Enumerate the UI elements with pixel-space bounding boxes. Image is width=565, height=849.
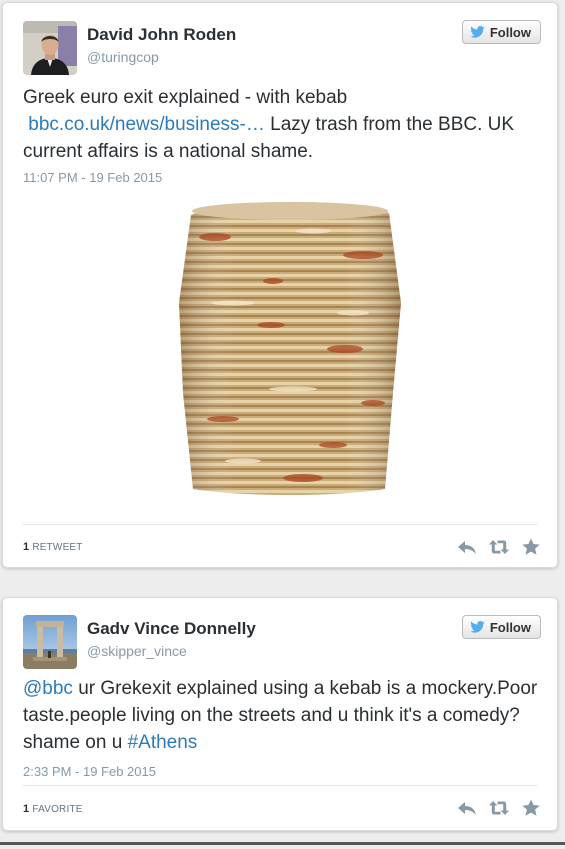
tweet-hashtag[interactable]: #Athens: [128, 732, 198, 753]
tweet-card: Gadv Vince Donnelly @skipper_vince Follo…: [2, 597, 558, 831]
tweet-actions: [457, 538, 541, 556]
twitter-bird-icon: [470, 26, 485, 38]
author-name[interactable]: David John Roden: [87, 25, 236, 45]
favorite-icon[interactable]: [521, 538, 541, 556]
follow-button[interactable]: Follow: [461, 615, 541, 639]
author-handle[interactable]: @turingcop: [87, 49, 159, 65]
stat-count: 1: [23, 541, 30, 553]
avatar[interactable]: [23, 615, 77, 669]
retweet-count[interactable]: 1 Retweet: [23, 541, 83, 553]
tweet-timestamp[interactable]: 2:33 PM - 19 Feb 2015: [23, 764, 156, 779]
tweet-text-part: Greek euro exit explained - with kebab: [23, 87, 348, 108]
bottom-rule: [0, 842, 565, 845]
stat-label: Retweet: [32, 542, 83, 553]
tweet-text: Greek euro exit explained - with kebab b…: [23, 84, 543, 165]
stat-label: Favorite: [32, 804, 83, 815]
tweet-text-part: ur Grekexit explained using a kebab is a…: [23, 678, 538, 753]
follow-button[interactable]: Follow: [461, 20, 541, 44]
reply-icon[interactable]: [457, 538, 477, 556]
tweet-image[interactable]: [163, 193, 413, 503]
tweet-mention[interactable]: @bbc: [23, 678, 73, 699]
retweet-icon[interactable]: [489, 538, 509, 556]
stat-count: 1: [23, 803, 30, 815]
tweet-actions: [457, 799, 541, 817]
divider: [23, 524, 537, 525]
tweet-link[interactable]: bbc.co.uk/news/business-…: [28, 114, 265, 135]
retweet-icon[interactable]: [489, 799, 509, 817]
divider: [23, 785, 537, 786]
reply-icon[interactable]: [457, 799, 477, 817]
favorite-count[interactable]: 1 Favorite: [23, 803, 83, 815]
twitter-bird-icon: [470, 621, 485, 633]
author-name[interactable]: Gadv Vince Donnelly: [87, 619, 256, 639]
favorite-icon[interactable]: [521, 799, 541, 817]
follow-label: Follow: [489, 24, 531, 40]
follow-label: Follow: [489, 619, 531, 635]
tweet-text: @bbc ur Grekexit explained using a kebab…: [23, 675, 543, 756]
tweet-timestamp[interactable]: 11:07 PM - 19 Feb 2015: [23, 170, 162, 185]
tweet-card: David John Roden @turingcop Follow Greek…: [2, 2, 558, 568]
author-handle[interactable]: @skipper_vince: [87, 643, 187, 659]
avatar[interactable]: [23, 21, 77, 75]
